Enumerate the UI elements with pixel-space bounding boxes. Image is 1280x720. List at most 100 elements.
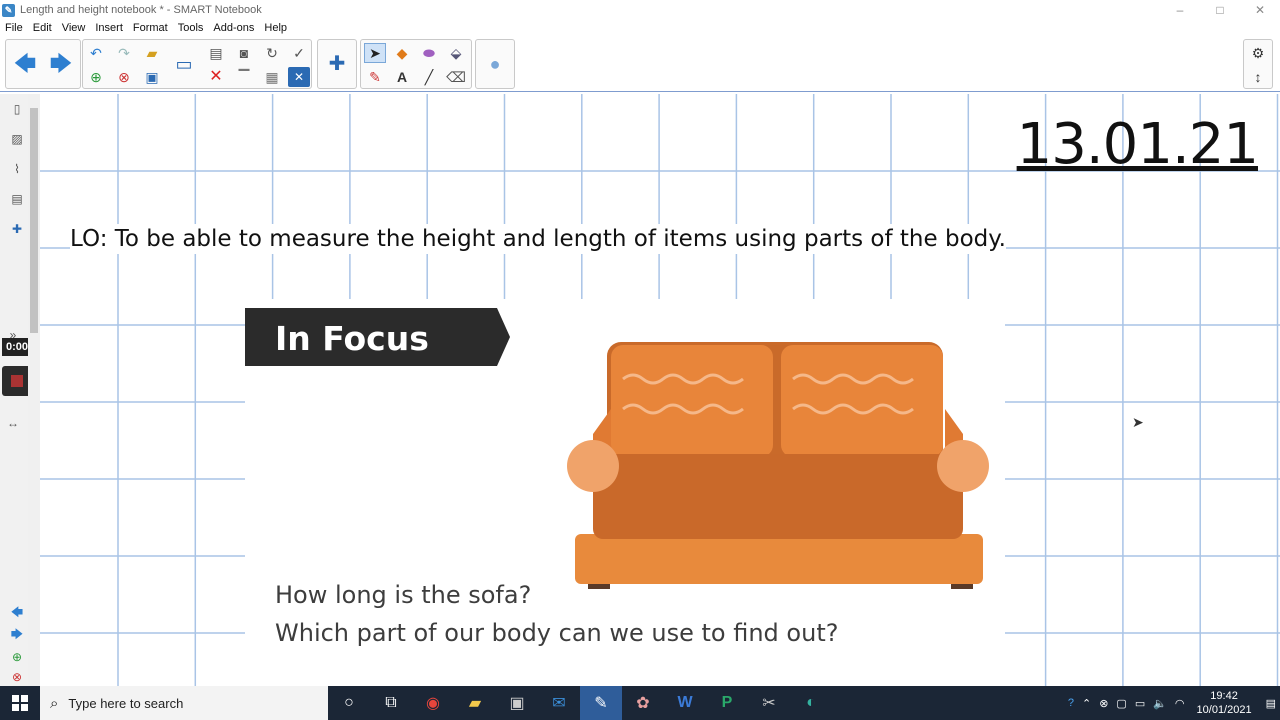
add-page-icon[interactable]: ⊕ (85, 67, 107, 87)
menu-help[interactable]: Help (259, 22, 292, 34)
minimize-button[interactable]: – (1160, 0, 1200, 20)
taskbar-search-box[interactable]: ⌕ Type here to search (40, 686, 328, 720)
add-on-puzzle-icon[interactable]: ✚ (320, 42, 354, 86)
chrome-icon[interactable]: ◉ (412, 686, 454, 720)
main-toolbar: 🡄 🡆 ↶ ↷ ▰ ⊕ ⊗ ▣ ▭ ▤ ◙ ↻ ✓ ✕ ▔ ▦ ✕ ✚ ➤ ◆ … (0, 36, 1280, 92)
security-icon[interactable]: ⊗ (1099, 697, 1108, 710)
eraser-pen-icon[interactable]: ⬬ (418, 43, 440, 63)
display-icon[interactable]: ▭ (173, 54, 195, 74)
task-view-icon[interactable]: ⧉ (370, 686, 412, 720)
rotate-icon[interactable]: ↻ (261, 43, 283, 63)
addon-group: ✚ (317, 39, 357, 89)
pens-icon[interactable]: ✎ (364, 67, 386, 87)
page-sorter-icon[interactable]: ▯ (6, 98, 28, 120)
text-icon[interactable]: A (391, 67, 413, 87)
save-icon[interactable]: ▣ (141, 67, 163, 87)
menu-file[interactable]: File (0, 22, 28, 34)
resize-panel-icon[interactable]: ↔ (2, 412, 24, 434)
in-focus-card[interactable]: In Focus How long is the sofa? Which par… (245, 299, 1005, 686)
eraser-icon[interactable]: ⌫ (445, 67, 467, 87)
shapes-icon[interactable]: ◆ (391, 43, 413, 63)
toolbar-settings-group: ⚙ ↕ (1243, 39, 1273, 89)
delete-icon[interactable]: ✕ (205, 67, 227, 87)
show-hidden-icons-icon[interactable]: ⌃ (1082, 697, 1091, 710)
window-controls: – □ ✕ (1160, 0, 1280, 20)
maximize-button[interactable]: □ (1200, 0, 1240, 20)
table-icon[interactable]: ▦ (261, 67, 283, 87)
navigation-group: 🡄 🡆 (5, 39, 81, 89)
clock-time: 19:42 (1210, 690, 1238, 702)
attachments-icon[interactable]: ⌇ (6, 158, 28, 180)
paste-icon[interactable]: ▤ (205, 43, 227, 63)
screen-shade-icon[interactable]: ▔ (233, 67, 255, 87)
paint-icon[interactable]: ✿ (622, 686, 664, 720)
learning-objective[interactable]: LO: To be able to measure the height and… (70, 224, 1006, 254)
gallery-icon[interactable]: ▨ (6, 128, 28, 150)
window-title: Length and height notebook * - SMART Not… (20, 4, 262, 16)
search-icon: ⌕ (50, 694, 59, 712)
menu-bar: File Edit View Insert Format Tools Add-o… (0, 20, 1280, 36)
move-toolbar-icon[interactable]: ↕ (1247, 67, 1269, 87)
side-delete-page-icon[interactable]: ⊗ (6, 666, 28, 688)
redo-icon[interactable]: ↷ (113, 43, 135, 63)
windows-logo-icon (12, 695, 28, 711)
cortana-icon[interactable]: ○ (328, 686, 370, 720)
menu-tools[interactable]: Tools (173, 22, 209, 34)
menu-view[interactable]: View (57, 22, 91, 34)
properties-tab-icon[interactable]: ▤ (6, 188, 28, 210)
close-box-icon[interactable]: ✕ (288, 67, 310, 87)
battery-icon[interactable]: ▭ (1135, 697, 1145, 710)
question-sofa-length[interactable]: How long is the sofa? (275, 581, 531, 609)
previous-page-icon[interactable]: 🡄 (6, 602, 28, 624)
wifi-icon[interactable]: ◠ (1175, 697, 1185, 710)
back-arrow-icon[interactable]: 🡄 (8, 42, 42, 86)
delete-page-icon[interactable]: ⊗ (113, 67, 135, 87)
edit-group: ↶ ↷ ▰ ⊕ ⊗ ▣ ▭ ▤ ◙ ↻ ✓ ✕ ▔ ▦ ✕ (82, 39, 312, 89)
screen-capture-icon[interactable]: ◙ (233, 43, 255, 63)
title-bar: ✎ Length and height notebook * - SMART N… (0, 0, 1280, 20)
menu-format[interactable]: Format (128, 22, 173, 34)
windows-taskbar: ⌕ Type here to search ○ ⧉ ◉ ▰ ▣ ✉ ✎ ✿ W … (0, 686, 1280, 720)
word-icon[interactable]: W (664, 686, 706, 720)
fill-icon[interactable]: ⬙ (445, 43, 467, 63)
start-button[interactable] (0, 686, 40, 720)
menu-insert[interactable]: Insert (90, 22, 128, 34)
menu-addons[interactable]: Add-ons (208, 22, 259, 34)
edge-icon[interactable]: ◐ (790, 686, 832, 720)
tools-group: ➤ ◆ ⬬ ⬙ ✎ A ╱ ⌫ (360, 39, 472, 89)
snipping-icon[interactable]: ✂ (748, 686, 790, 720)
volume-icon[interactable]: 🔈 (1153, 697, 1167, 710)
mail-icon[interactable]: ✉ (538, 686, 580, 720)
smart-notebook-app-icon: ✎ (2, 3, 15, 17)
store-icon[interactable]: ▣ (496, 686, 538, 720)
undo-icon[interactable]: ↶ (85, 43, 107, 63)
publisher-icon[interactable]: P (706, 686, 748, 720)
side-add-page-icon[interactable]: ⊕ (6, 646, 28, 668)
clock-date: 10/01/2021 (1196, 704, 1252, 716)
lesson-date[interactable]: 13.01.21 (1017, 112, 1259, 177)
close-button[interactable]: ✕ (1240, 0, 1280, 20)
notifications-icon[interactable]: ▤ (1266, 697, 1276, 710)
spell-check-icon[interactable]: ✓ (288, 43, 310, 63)
question-body-part[interactable]: Which part of our body can we use to fin… (275, 619, 838, 647)
menu-edit[interactable]: Edit (28, 22, 57, 34)
addons-tab-icon[interactable]: ✚ (6, 218, 28, 240)
in-focus-banner: In Focus (245, 308, 510, 366)
smart-notebook-icon[interactable]: ✎ (580, 686, 622, 720)
properties-group: ● (475, 39, 515, 89)
help-icon[interactable]: ? (1068, 697, 1074, 709)
meet-now-icon[interactable]: ▢ (1116, 697, 1126, 710)
notebook-page-canvas[interactable]: 13.01.21 LO: To be able to measure the h… (40, 94, 1280, 686)
forward-arrow-icon[interactable]: 🡆 (44, 42, 78, 86)
next-page-icon[interactable]: 🡆 (6, 624, 28, 646)
file-explorer-icon[interactable]: ▰ (454, 686, 496, 720)
search-placeholder: Type here to search (68, 695, 184, 711)
expand-panel-icon[interactable]: » (2, 324, 24, 346)
clock[interactable]: 19:42 10/01/2021 (1197, 689, 1252, 717)
properties-icon[interactable]: ● (478, 42, 512, 86)
open-folder-icon[interactable]: ▰ (141, 43, 163, 63)
line-icon[interactable]: ╱ (418, 67, 440, 87)
select-arrow-icon[interactable]: ➤ (364, 43, 386, 63)
side-scrollbar-thumb[interactable] (30, 108, 38, 333)
settings-gear-icon[interactable]: ⚙ (1247, 43, 1269, 63)
